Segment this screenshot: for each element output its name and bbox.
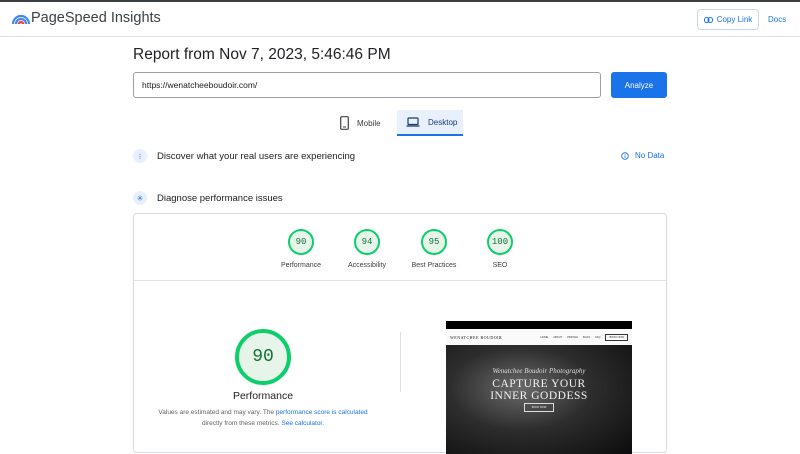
performance-heading: Performance	[232, 390, 294, 402]
screenshot-nav: WENATCHEE BOUDOIR HOME ABOUT PRICING BLO…	[446, 329, 632, 345]
tab-mobile-label: Mobile	[357, 118, 381, 128]
screenshot-menu-item: ABOUT	[553, 335, 563, 339]
note-text-2: directly from these metrics.	[201, 420, 282, 427]
gauge-seo-label: SEO	[492, 262, 508, 269]
discover-title: Discover what your real users are experi…	[157, 150, 356, 162]
discover-section[interactable]: ⁝ Discover what your real users are expe…	[133, 147, 355, 165]
tab-desktop-label: Desktop	[428, 117, 458, 127]
copy-link-button[interactable]: Copy Link	[697, 9, 759, 30]
tab-desktop[interactable]: Desktop	[397, 110, 463, 136]
screenshot-script-title: Wenatchee Boudoir Photography	[492, 367, 586, 375]
screenshot-book-button: BOOK NOW	[605, 333, 628, 341]
lighthouse-card: 90 Performance 94 Accessibility 95 Best …	[133, 213, 667, 454]
copy-link-label: Copy Link	[716, 15, 753, 24]
score-seo: 100	[487, 229, 513, 255]
info-icon	[621, 151, 629, 160]
url-input[interactable]	[133, 72, 601, 98]
diagnose-icon: ✳	[133, 191, 147, 205]
link-icon	[703, 16, 713, 23]
screenshot-headline: CAPTURE YOUR INNER GODDESS	[446, 378, 632, 402]
screenshot-menu-item: HOME	[540, 335, 549, 339]
screenshot-hero-image: Wenatchee Boudoir Photography CAPTURE YO…	[446, 345, 632, 454]
note-text-1: Values are estimated and may vary. The	[158, 409, 276, 416]
screenshot-menu-item: BLOG	[583, 335, 591, 339]
screenshot-menu: HOME ABOUT PRICING BLOG FAQ BOOK NOW	[540, 333, 628, 341]
phone-icon	[340, 116, 349, 130]
no-data-label: No Data	[635, 151, 665, 160]
no-data-indicator[interactable]: No Data	[621, 151, 664, 160]
screenshot-headline-line-1: CAPTURE YOUR	[492, 378, 586, 390]
score-calculation-link[interactable]: performance score is calculated	[276, 409, 368, 416]
performance-note: Values are estimated and may vary. The p…	[134, 407, 392, 429]
laptop-icon	[406, 117, 420, 127]
screenshot-brand: WENATCHEE BOUDOIR	[450, 334, 503, 340]
docs-link[interactable]: Docs	[768, 15, 786, 24]
pagespeed-logo-icon	[11, 14, 31, 25]
screenshot-cta-button: BOOK NOW	[524, 403, 554, 412]
performance-score-gauge: 90	[235, 329, 291, 385]
vertical-divider	[400, 332, 401, 392]
diagnose-title: Diagnose performance issues	[157, 192, 283, 204]
page-screenshot: WENATCHEE BOUDOIR HOME ABOUT PRICING BLO…	[446, 321, 632, 454]
score-best-practices: 95	[421, 229, 447, 255]
tab-mobile[interactable]: Mobile	[340, 110, 392, 136]
screenshot-topbar	[446, 321, 632, 329]
gauge-seo[interactable]: 100 SEO	[460, 229, 540, 269]
card-divider	[134, 280, 666, 281]
diagnose-section: ✳ Diagnose performance issues	[133, 189, 283, 207]
score-performance: 90	[288, 229, 314, 255]
screenshot-menu-item: FAQ	[595, 335, 601, 339]
screenshot-menu-item: PRICING	[567, 335, 579, 339]
score-accessibility: 94	[354, 229, 380, 255]
users-icon: ⁝	[133, 149, 147, 163]
see-calculator-link[interactable]: See calculator.	[281, 420, 324, 427]
header: PageSpeed Insights Copy Link Docs	[0, 2, 800, 37]
report-title: Report from Nov 7, 2023, 5:46:46 PM	[133, 46, 391, 63]
brand-title[interactable]: PageSpeed Insights	[31, 10, 161, 26]
screenshot-headline-line-2: INNER GODDESS	[490, 390, 588, 402]
analyze-button[interactable]: Analyze	[611, 72, 667, 98]
